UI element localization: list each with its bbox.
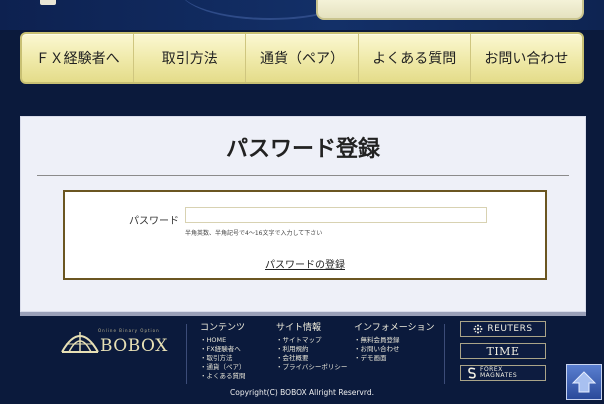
password-label: パスワード: [129, 216, 179, 227]
footer-column-site-info: サイト情報 ・サイトマップ ・利用規約 ・会社概要 ・プライバシーポリシー: [276, 320, 347, 372]
footer-link-home[interactable]: ・HOME: [200, 336, 246, 345]
header-band: [0, 0, 604, 30]
nav-item-trading-method[interactable]: 取引方法: [134, 34, 247, 82]
header-logo-fragment: [40, 0, 56, 5]
footer-link-terms[interactable]: ・利用規約: [276, 345, 347, 354]
time-banner[interactable]: TIME: [460, 343, 546, 359]
footer-column-information: インフォメーション ・無料会員登録 ・お問い合わせ ・デモ画面: [354, 320, 435, 363]
footer-column-title: インフォメーション: [354, 323, 435, 333]
footer-link-inquiry[interactable]: ・お問い合わせ: [354, 345, 435, 354]
arrow-up-icon: [571, 371, 597, 393]
title-divider: [37, 175, 569, 176]
footer-link-privacy[interactable]: ・プライバシーポリシー: [276, 363, 347, 372]
reuters-label: REUTERS: [487, 324, 533, 334]
header-right-panel: [316, 0, 584, 20]
forex-magnates-s-icon: [468, 367, 476, 379]
footer-link-company[interactable]: ・会社概要: [276, 354, 347, 363]
footer-link-currency-pairs[interactable]: ・通貨（ペア）: [200, 363, 246, 372]
footer-column-title: コンテンツ: [200, 323, 246, 333]
register-password-link[interactable]: パスワードの登録: [65, 256, 545, 271]
time-label: TIME: [486, 344, 520, 358]
bobox-logo[interactable]: Online Binary Option BOBOX: [60, 324, 176, 356]
logo-text: BOBOX: [100, 336, 168, 356]
copyright: Copyright(C) BOBOX Allright Reservrd.: [230, 388, 374, 397]
footer-divider: [444, 324, 445, 384]
content-card: パスワード登録 パスワード 半角英数、半角記号で4〜16文字で入力して下さい パ…: [20, 116, 586, 312]
nav-item-fx-experienced[interactable]: ＦＸ経験者へ: [22, 34, 135, 82]
footer-link-sitemap[interactable]: ・サイトマップ: [276, 336, 347, 345]
password-hint: 半角英数、半角記号で4〜16文字で入力して下さい: [185, 230, 323, 237]
globe-logo-icon: [61, 332, 99, 353]
footer-column-contents: コンテンツ ・HOME ・FX経験者へ ・取引方法 ・通貨（ペア） ・よくある質…: [200, 320, 246, 381]
nav-item-currency-pairs[interactable]: 通貨（ペア）: [246, 34, 359, 82]
footer-divider: [186, 324, 187, 384]
reuters-dots-icon: [473, 324, 483, 334]
password-input[interactable]: [185, 207, 487, 223]
footer-link-free-register[interactable]: ・無料会員登録: [354, 336, 435, 345]
forex-magnates-banner[interactable]: FOREX MAGNATES: [460, 365, 546, 381]
page-title: パスワード登録: [225, 137, 380, 162]
main-nav: ＦＸ経験者へ 取引方法 通貨（ペア） よくある質問 お問い合わせ: [20, 32, 584, 84]
scroll-to-top-button[interactable]: [566, 364, 602, 400]
footer-column-title: サイト情報: [276, 323, 322, 333]
reuters-banner[interactable]: REUTERS: [460, 321, 546, 337]
magnates-label: MAGNATES: [480, 372, 518, 379]
password-form: パスワード 半角英数、半角記号で4〜16文字で入力して下さい パスワードの登録: [63, 190, 547, 280]
footer-link-demo[interactable]: ・デモ画面: [354, 354, 435, 363]
forex-magnates-text: FOREX MAGNATES: [480, 367, 517, 379]
footer-link-trading-method[interactable]: ・取引方法: [200, 354, 246, 363]
footer-link-faq[interactable]: ・よくある質問: [200, 372, 246, 381]
footer-link-fx-experienced[interactable]: ・FX経験者へ: [200, 345, 246, 354]
nav-item-faq[interactable]: よくある質問: [359, 34, 471, 82]
footer: Online Binary Option BOBOX コンテンツ ・HOME ・…: [0, 316, 604, 404]
nav-item-contact[interactable]: お問い合わせ: [471, 34, 582, 82]
logo-tagline: Online Binary Option: [98, 328, 160, 333]
